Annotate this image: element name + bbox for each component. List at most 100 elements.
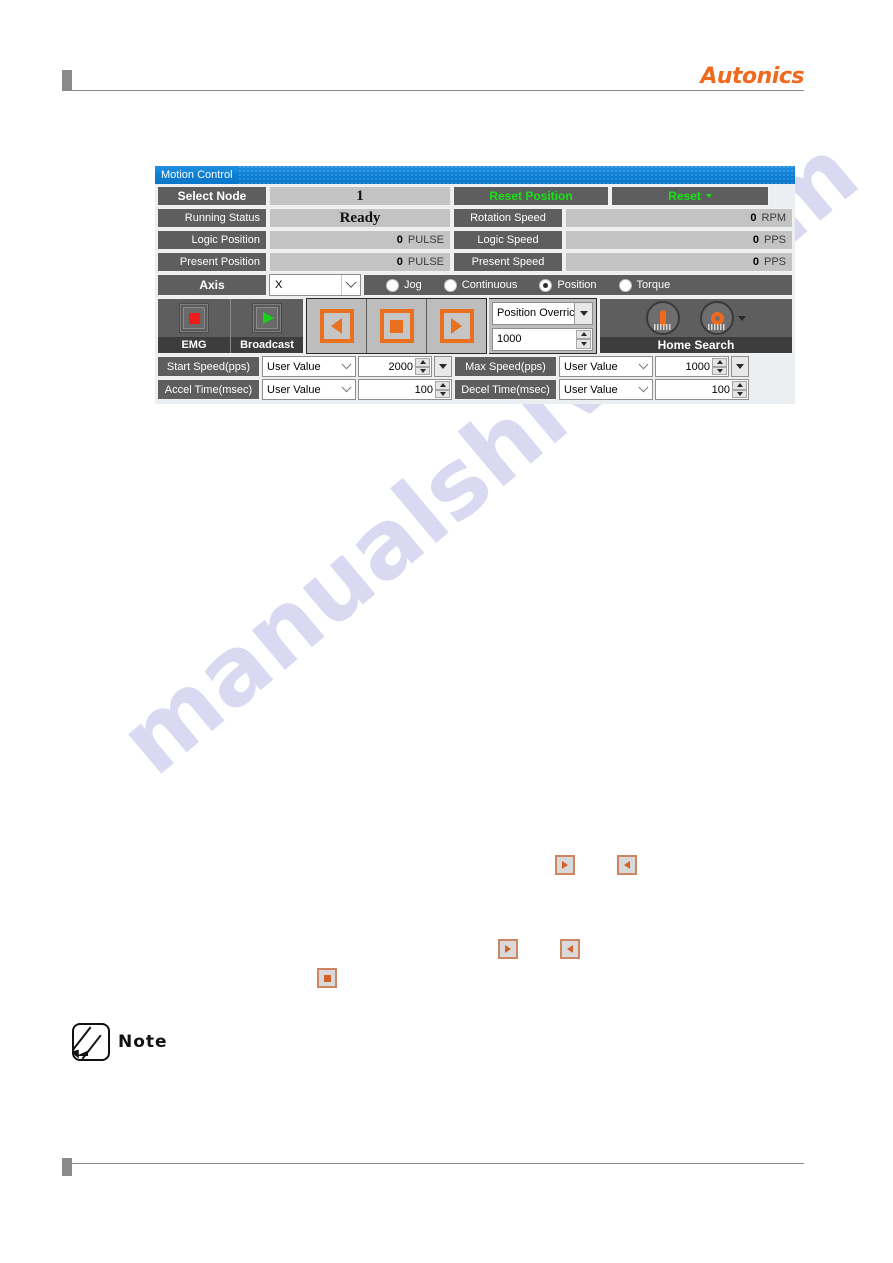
logic-position-unit: PULSE (407, 234, 444, 246)
chevron-down-icon (341, 275, 360, 295)
max-speed-input[interactable]: 1000 (655, 356, 729, 377)
axis-selected-value: X (275, 279, 283, 291)
axis-mode-row: Axis X Jog Continuous Position Torque (157, 274, 793, 296)
emg-glyph (179, 299, 209, 337)
home-search-label: Home Search (600, 337, 792, 353)
chevron-down-icon (636, 357, 650, 376)
mode-radio-continuous[interactable]: Continuous (443, 278, 518, 292)
radio-selected-icon[interactable] (539, 278, 553, 292)
mode-radio-jog[interactable]: Jog (386, 278, 422, 292)
footer-tab-marker (62, 1158, 72, 1176)
chevron-down-icon (636, 380, 650, 399)
stepper-up-icon[interactable] (712, 358, 727, 367)
move-left-button[interactable] (307, 299, 366, 353)
decel-time-stepper[interactable] (732, 381, 747, 398)
motion-control-panel: Motion Control Select Node 1 Reset Posit… (155, 166, 795, 404)
decel-time-source-value: User Value (564, 383, 618, 396)
stepper-up-icon[interactable] (576, 329, 591, 339)
stepper-down-icon[interactable] (576, 339, 591, 349)
reset-button[interactable]: Reset (611, 186, 769, 206)
control-strip-row: EMG Broadcast Position Overric 1000 Home… (157, 298, 793, 354)
override-stepper[interactable] (576, 329, 591, 349)
accel-time-value: 100 (414, 383, 433, 396)
mode-radio-continuous-label: Continuous (461, 279, 518, 291)
decel-time-source-select[interactable]: User Value (559, 379, 653, 400)
max-speed-dropdown-button[interactable] (731, 356, 749, 377)
accel-time-source-value: User Value (267, 383, 321, 396)
stepper-up-icon[interactable] (415, 358, 430, 367)
mode-radio-position[interactable]: Position (539, 278, 597, 292)
stepper-up-icon[interactable] (732, 381, 747, 390)
select-node-value[interactable]: 1 (269, 186, 451, 206)
home-search-icons (600, 299, 792, 337)
max-speed-stepper[interactable] (712, 358, 727, 375)
stepper-down-icon[interactable] (435, 389, 450, 398)
note-block: Note (72, 1023, 168, 1061)
accel-time-stepper[interactable] (435, 381, 450, 398)
running-status-row: Running Status Ready Rotation Speed 0 RP… (157, 208, 793, 228)
chevron-down-icon (705, 194, 712, 198)
emg-button[interactable]: EMG (158, 299, 230, 353)
present-position-unit: PULSE (407, 256, 444, 268)
radio-icon[interactable] (618, 278, 632, 292)
start-speed-source-select[interactable]: User Value (262, 356, 356, 377)
present-position-label: Present Position (157, 252, 267, 272)
override-mode-select[interactable]: Position Overric (492, 301, 593, 325)
home-search-rotate-icon[interactable] (700, 301, 734, 335)
accel-time-input[interactable]: 100 (358, 379, 452, 400)
present-speed-value: 0 PPS (565, 252, 793, 272)
broadcast-button[interactable]: Broadcast (230, 299, 303, 353)
home-search-group: Home Search (599, 298, 793, 354)
start-speed-stepper[interactable] (415, 358, 430, 375)
mode-radio-torque[interactable]: Torque (618, 278, 671, 292)
axis-select[interactable]: X (269, 274, 361, 296)
chevron-down-icon[interactable] (738, 315, 746, 321)
running-status-label: Running Status (157, 208, 267, 228)
stepper-down-icon[interactable] (415, 366, 430, 375)
logic-position-number: 0 (396, 234, 403, 246)
chevron-down-icon[interactable] (574, 302, 592, 324)
rotation-speed-label: Rotation Speed (453, 208, 563, 228)
mode-radio-torque-label: Torque (636, 279, 671, 291)
inline-play-left-icon-2 (560, 939, 580, 959)
present-speed-label: Present Speed (453, 252, 563, 272)
start-speed-dropdown-button[interactable] (434, 356, 452, 377)
present-speed-number: 0 (752, 256, 759, 268)
start-speed-label: Start Speed(pps) (157, 356, 260, 377)
max-speed-source-select[interactable]: User Value (559, 356, 653, 377)
present-position-number: 0 (396, 256, 403, 268)
radio-icon[interactable] (443, 278, 457, 292)
start-speed-input[interactable]: 2000 (358, 356, 432, 377)
stepper-up-icon[interactable] (435, 381, 450, 390)
override-value-input[interactable]: 1000 (492, 327, 593, 351)
stepper-down-icon[interactable] (712, 366, 727, 375)
arrow-left-icon (319, 309, 354, 343)
axis-label: Axis (157, 274, 267, 296)
mode-radio-group: Jog Continuous Position Torque (363, 274, 793, 296)
accel-decel-row: Accel Time(msec) User Value 100 Decel Ti… (157, 379, 793, 400)
decel-time-value: 100 (711, 383, 730, 396)
select-node-label: Select Node (157, 186, 267, 206)
mode-radio-jog-label: Jog (404, 279, 422, 291)
decel-time-input[interactable]: 100 (655, 379, 749, 400)
broadcast-glyph (252, 299, 282, 337)
arrow-right-icon (439, 309, 474, 343)
broadcast-label: Broadcast (231, 337, 303, 353)
radio-icon[interactable] (386, 278, 399, 292)
move-right-button[interactable] (426, 299, 486, 353)
stepper-down-icon[interactable] (732, 389, 747, 398)
home-search-origin-icon[interactable] (646, 301, 680, 335)
mode-radio-position-label: Position (557, 279, 597, 291)
accel-time-source-select[interactable]: User Value (262, 379, 356, 400)
panel-title-bar: Motion Control (155, 166, 795, 184)
stop-icon (379, 309, 414, 343)
stop-button[interactable] (366, 299, 426, 353)
inline-play-left-icon-1 (617, 855, 637, 875)
start-speed-source-value: User Value (267, 360, 321, 373)
inline-play-right-icon-2 (498, 939, 518, 959)
reset-position-button[interactable]: Reset Position (453, 186, 609, 206)
reset-position-label: Reset Position (489, 189, 573, 203)
jog-button-group (306, 298, 487, 354)
rotation-speed-number: 0 (750, 212, 757, 224)
reset-label: Reset (668, 189, 701, 203)
